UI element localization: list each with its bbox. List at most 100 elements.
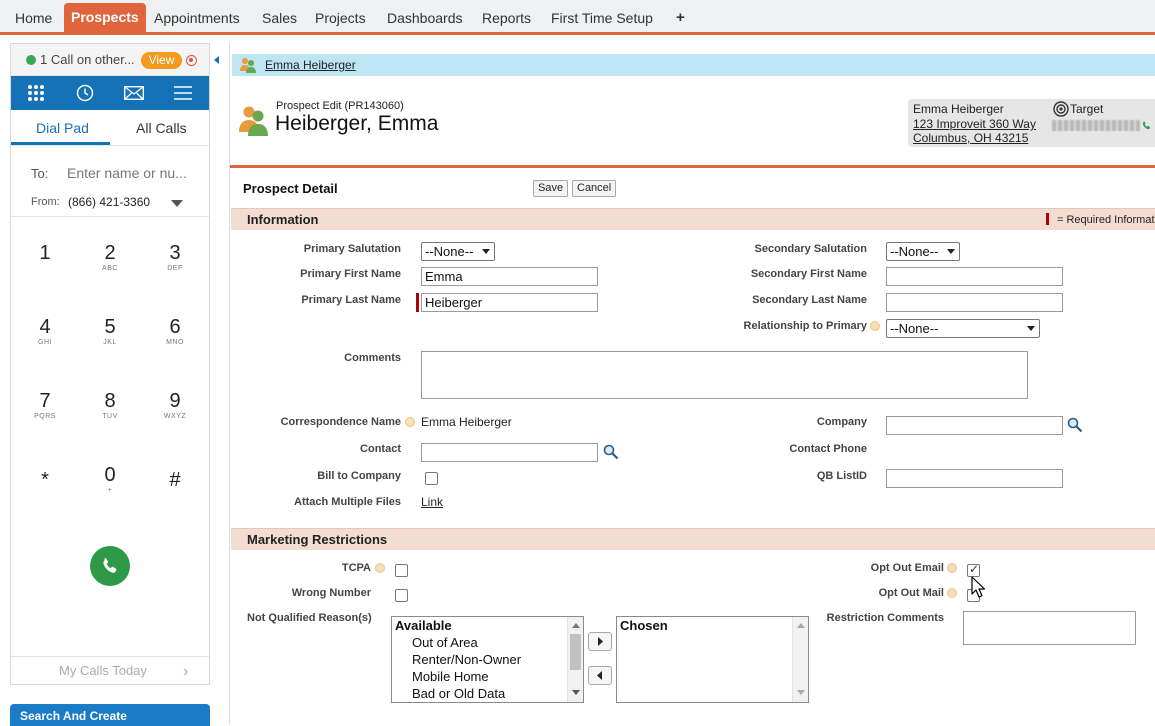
remove-from-chosen-button[interactable]	[588, 666, 612, 685]
help-icon[interactable]	[375, 563, 385, 573]
chosen-listbox[interactable]: Chosen	[616, 616, 809, 703]
available-header: Available	[395, 618, 452, 633]
search-and-create-button[interactable]: Search And Create	[10, 704, 210, 726]
secondary-first-name-input[interactable]	[886, 267, 1063, 286]
primary-first-name-input[interactable]: Emma	[421, 267, 598, 286]
scrollbar-thumb[interactable]	[570, 634, 581, 670]
list-item[interactable]: Out of Area	[412, 635, 478, 650]
secondary-salutation-select[interactable]: --None--	[886, 242, 960, 261]
help-icon[interactable]	[947, 588, 957, 598]
primary-last-name-input[interactable]: Heiberger	[421, 293, 598, 312]
key-6[interactable]: 6 MNO	[155, 316, 195, 347]
wrong-number-checkbox[interactable]	[395, 589, 408, 602]
comments-textarea[interactable]	[421, 351, 1028, 399]
comments-label: Comments	[344, 352, 401, 364]
lookup-icon[interactable]	[1067, 417, 1083, 433]
dialpad-icon[interactable]	[11, 76, 60, 110]
help-icon[interactable]	[870, 321, 880, 331]
tab-prospects[interactable]: Prospects	[64, 3, 146, 32]
panel-accent-line	[230, 165, 1155, 168]
to-label: To:	[31, 166, 49, 181]
contact-input[interactable]	[421, 443, 598, 462]
secondary-last-name-input[interactable]	[886, 293, 1063, 312]
help-icon[interactable]	[405, 417, 415, 427]
list-item[interactable]: Bad or Old Data	[412, 686, 505, 701]
information-section-header: Information = Required Informati	[231, 208, 1155, 230]
tab-dial-pad[interactable]: Dial Pad	[36, 120, 89, 136]
scrollbar[interactable]	[567, 617, 583, 702]
target-label: Target	[1070, 102, 1104, 116]
lookup-icon[interactable]	[603, 444, 619, 460]
secondary-salutation-label: Secondary Salutation	[754, 243, 867, 255]
phone-icon[interactable]	[1141, 120, 1152, 131]
attach-files-link[interactable]: Link	[421, 495, 443, 509]
add-tab-button[interactable]: +	[669, 4, 692, 32]
available-listbox[interactable]: Available Out of Area Renter/Non-Owner M…	[391, 616, 584, 703]
key-1[interactable]: 1	[25, 242, 65, 264]
menu-icon[interactable]	[158, 76, 207, 110]
my-calls-today[interactable]: My Calls Today ›	[11, 656, 209, 684]
key-hash[interactable]: #	[155, 469, 195, 491]
key-7[interactable]: 7 PQRS	[25, 390, 65, 421]
breadcrumb-link[interactable]: Emma Heiberger	[265, 58, 356, 72]
key-0[interactable]: 0 +	[90, 464, 130, 495]
add-to-chosen-button[interactable]	[588, 632, 612, 651]
help-icon[interactable]	[947, 563, 957, 573]
history-icon[interactable]	[60, 76, 109, 110]
tcpa-checkbox[interactable]	[395, 564, 408, 577]
scroll-up-icon[interactable]	[797, 623, 805, 628]
bill-to-company-checkbox[interactable]	[425, 472, 438, 485]
mail-icon[interactable]	[109, 76, 158, 110]
edit-label: Prospect Edit (PR143060)	[276, 100, 404, 112]
tab-home[interactable]: Home	[8, 4, 59, 32]
key-2[interactable]: 2 ABC	[90, 242, 130, 273]
secondary-first-name-label: Secondary First Name	[750, 268, 867, 280]
list-item[interactable]: Renter/Non-Owner	[412, 652, 521, 667]
tab-reports[interactable]: Reports	[475, 4, 538, 32]
qb-listid-input[interactable]	[886, 469, 1063, 488]
view-call-button[interactable]: View	[141, 52, 182, 69]
save-button[interactable]: Save	[533, 180, 569, 197]
list-item[interactable]: Mobile Home	[412, 669, 489, 684]
contact-name: Emma Heiberger	[913, 102, 1004, 116]
address-line-1[interactable]: 123 Improveit 360 Way	[913, 117, 1036, 131]
key-9[interactable]: 9 WXYZ	[155, 390, 195, 421]
key-8[interactable]: 8 TUV	[90, 390, 130, 421]
tab-all-calls[interactable]: All Calls	[136, 120, 187, 136]
contact-phone-label: Contact Phone	[789, 443, 867, 455]
tab-dashboards[interactable]: Dashboards	[380, 4, 470, 32]
restriction-comments-textarea[interactable]	[963, 611, 1136, 645]
address-line-2[interactable]: Columbus, OH 43215	[913, 131, 1028, 145]
call-button[interactable]	[90, 546, 130, 586]
cancel-button[interactable]: Cancel	[572, 180, 617, 197]
chevron-down-icon[interactable]	[171, 200, 183, 207]
company-input[interactable]	[886, 416, 1063, 435]
scroll-down-icon[interactable]	[572, 690, 580, 695]
contact-label: Contact	[360, 443, 401, 455]
key-star[interactable]: *	[25, 469, 65, 491]
from-label: From:	[31, 196, 60, 208]
tab-first-time-setup[interactable]: First Time Setup	[544, 4, 660, 32]
key-5[interactable]: 5 JKL	[90, 316, 130, 347]
required-marker	[416, 293, 419, 312]
tab-appointments[interactable]: Appointments	[147, 4, 247, 32]
required-note: = Required Informati	[1057, 214, 1155, 226]
collapse-panel-icon[interactable]	[214, 56, 219, 64]
to-input[interactable]: Enter name or nu...	[67, 165, 187, 181]
tcpa-label: TCPA	[341, 562, 371, 574]
record-icon[interactable]	[186, 55, 197, 66]
phone-number-redacted[interactable]	[1052, 120, 1140, 131]
chosen-header: Chosen	[620, 618, 668, 633]
bill-to-company-label: Bill to Company	[317, 470, 401, 482]
tab-projects[interactable]: Projects	[308, 4, 373, 32]
tab-sales[interactable]: Sales	[255, 4, 304, 32]
call-status-bar: 1 Call on other... View	[11, 44, 209, 76]
relationship-select[interactable]: --None--	[886, 319, 1040, 338]
primary-salutation-select[interactable]: --None--	[421, 242, 495, 261]
key-4[interactable]: 4 GHI	[25, 316, 65, 347]
scroll-up-icon[interactable]	[572, 623, 580, 628]
key-3[interactable]: 3 DEF	[155, 242, 195, 273]
from-number-select[interactable]: (866) 421-3360	[68, 195, 150, 209]
scroll-down-icon[interactable]	[797, 690, 805, 695]
scrollbar[interactable]	[792, 617, 808, 702]
